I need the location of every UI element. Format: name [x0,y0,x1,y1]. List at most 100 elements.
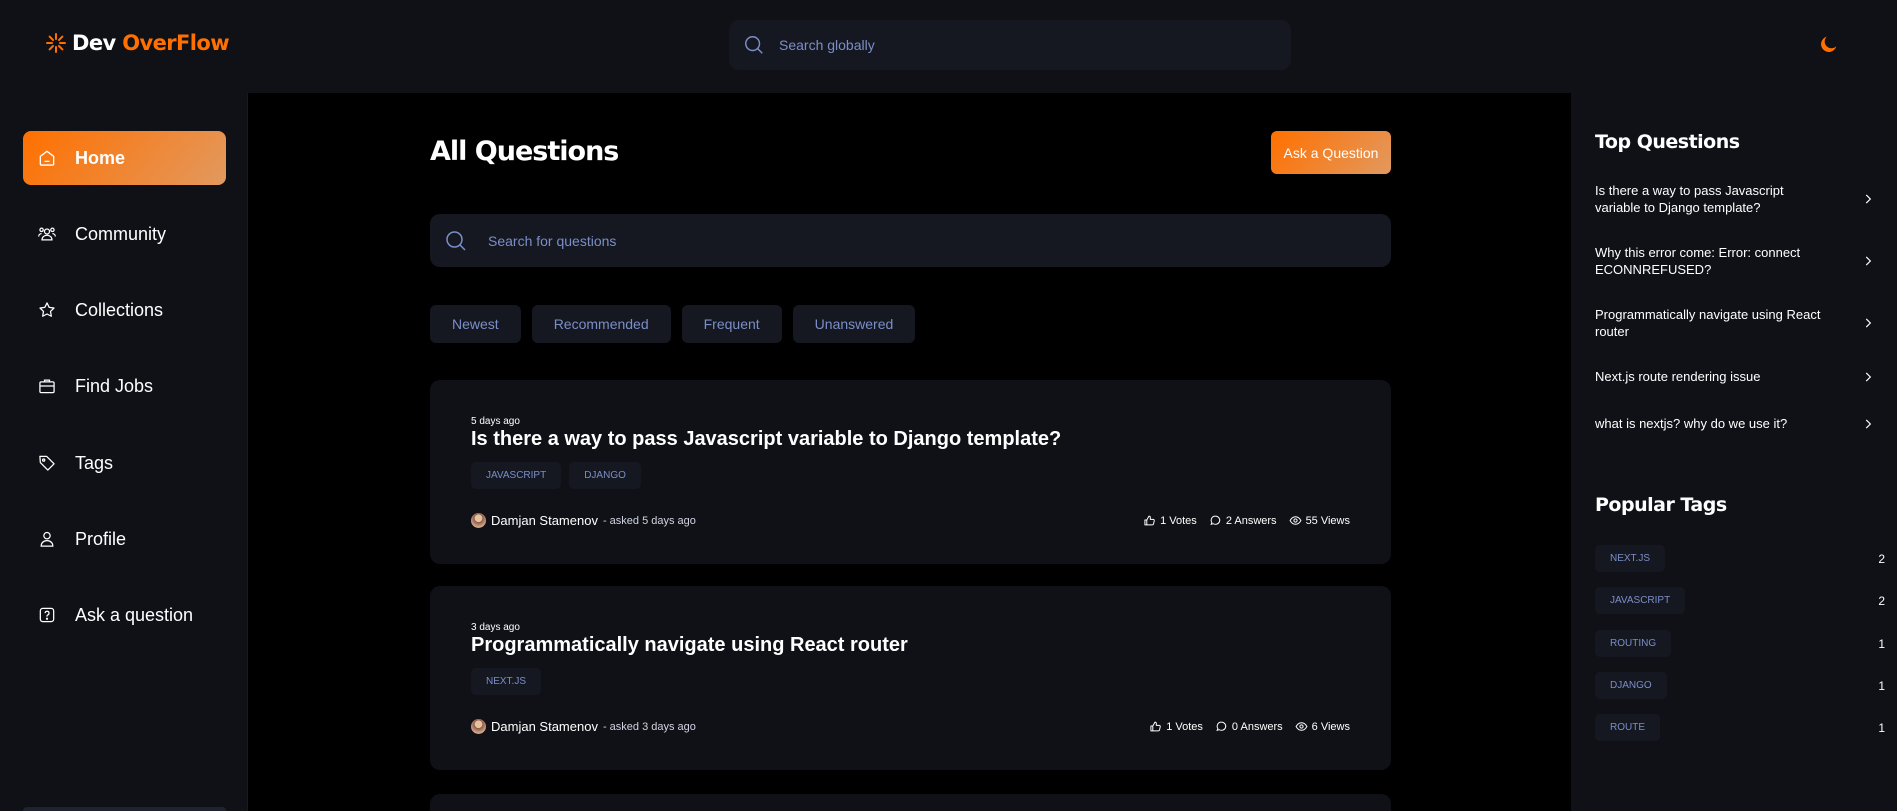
asked-time: - asked 5 days ago [602,514,696,527]
moon-icon[interactable] [1818,33,1840,55]
sidebar-item-label: Community [75,223,167,244]
search-icon [446,230,466,251]
filter-tabs: Newest Recommended Frequent Unanswered [430,305,916,343]
tag-badge[interactable]: DJANGO [1595,672,1667,699]
answers-metric: 2 Answers [1209,514,1277,527]
chevron-right-icon [1865,419,1872,428]
main-content: All Questions Ask a Question Newest Reco… [249,93,1571,811]
question-title[interactable]: Programmatically navigate using React ro… [471,634,908,657]
logo[interactable]: Dev OverFlow [44,31,230,55]
sidebar-item-label: Profile [75,528,127,549]
views-metric: 6 Views [1295,720,1350,733]
eye-icon [1289,516,1302,525]
top-question-item[interactable]: Is there a way to pass Javascript variab… [1595,182,1875,216]
page-title: All Questions [430,136,619,167]
chevron-right-icon [1865,256,1872,266]
tag-count: 2 [1878,551,1885,566]
question-metrics: 1 Votes 2 Answers 55 Views [1143,514,1350,527]
popular-tag-item[interactable]: ROUTE 1 [1595,714,1885,741]
sidebar-item-community[interactable]: Community [23,207,226,261]
sidebar-item-tags[interactable]: Tags [23,436,226,490]
sidebar-item-ask-question[interactable]: Ask a question [23,588,226,642]
sidebar-item-home[interactable]: Home [23,131,226,185]
chevron-right-icon [1865,318,1872,328]
tag-badge[interactable]: JAVASCRIPT [1595,587,1686,614]
filter-unanswered[interactable]: Unanswered [792,305,916,343]
question-title[interactable]: Is there a way to pass Javascript variab… [471,428,1061,451]
top-navbar: Dev OverFlow [0,0,1897,93]
right-sidebar: Top Questions Is there a way to pass Jav… [1571,93,1897,811]
author-name: Damjan Stamenov [491,513,598,528]
tag-badge[interactable]: ROUTING [1595,630,1672,657]
eye-icon [1295,722,1308,731]
sidebar-item-profile[interactable]: Profile [23,512,226,566]
chevron-right-icon [1865,372,1872,381]
users-icon [38,227,56,241]
chevron-right-icon [1865,194,1872,204]
asked-time: - asked 3 days ago [602,720,696,733]
question-card[interactable]: 5 days ago Is there a way to pass Javasc… [430,380,1391,564]
tag-count: 1 [1878,720,1885,735]
votes-metric: 1 Votes [1149,720,1203,733]
home-icon [39,150,55,166]
left-sidebar: Home Community Collections Find Jobs Tag… [0,93,248,811]
sidebar-item-label: Ask a question [75,604,194,625]
question-author[interactable]: Damjan Stamenov - asked 3 days ago [471,719,696,734]
author-name: Damjan Stamenov [491,719,598,734]
thumbs-up-icon [1150,721,1161,732]
answers-metric: 0 Answers [1215,720,1283,733]
global-search[interactable] [729,20,1291,70]
star-icon [39,302,55,317]
avatar [471,513,486,528]
popular-tag-item[interactable]: JAVASCRIPT 2 [1595,587,1885,614]
comment-icon [1210,515,1221,526]
question-tags: JAVASCRIPT DJANGO [471,462,641,489]
avatar [471,719,486,734]
popular-tag-item[interactable]: NEXT.JS 2 [1595,545,1885,572]
ask-question-button[interactable]: Ask a Question [1271,131,1391,174]
popular-tags-heading: Popular Tags [1595,494,1727,516]
question-card-partial[interactable] [430,794,1391,811]
search-icon [745,36,763,54]
filter-newest[interactable]: Newest [430,305,521,343]
question-author[interactable]: Damjan Stamenov - asked 5 days ago [471,513,696,528]
global-search-input[interactable] [779,37,1259,53]
logo-burst-icon [46,33,66,53]
sidebar-bottom-edge [23,807,226,811]
suitcase-icon [39,379,55,394]
sidebar-item-label: Collections [75,299,164,320]
top-question-item[interactable]: Why this error come: Error: connect ECON… [1595,244,1875,278]
sidebar-item-label: Home [75,147,126,168]
question-timestamp: 3 days ago [471,622,520,633]
votes-metric: 1 Votes [1143,514,1197,527]
comment-icon [1216,721,1227,732]
tag-icon [39,455,55,471]
question-card[interactable]: 3 days ago Programmatically navigate usi… [430,586,1391,770]
tag-badge[interactable]: NEXT.JS [471,668,542,695]
filter-recommended[interactable]: Recommended [531,305,671,343]
popular-tag-item[interactable]: DJANGO 1 [1595,672,1885,699]
sidebar-item-label: Find Jobs [75,375,154,396]
tag-badge[interactable]: DJANGO [569,462,641,489]
filter-frequent[interactable]: Frequent [681,305,782,343]
question-search-input[interactable] [488,232,1288,249]
top-question-item[interactable]: Next.js route rendering issue [1595,368,1875,385]
question-timestamp: 5 days ago [471,416,520,427]
question-icon [39,607,55,623]
top-questions-heading: Top Questions [1595,131,1740,153]
question-tags: NEXT.JS [471,668,542,695]
tag-badge[interactable]: ROUTE [1595,714,1660,741]
views-metric: 55 Views [1289,514,1350,527]
thumbs-up-icon [1144,515,1155,526]
sidebar-item-find-jobs[interactable]: Find Jobs [23,359,226,413]
popular-tag-item[interactable]: ROUTING 1 [1595,630,1885,657]
question-search[interactable] [430,214,1391,267]
tag-badge[interactable]: NEXT.JS [1595,545,1666,572]
tag-badge[interactable]: JAVASCRIPT [471,462,562,489]
tag-count: 1 [1878,636,1885,651]
top-question-item[interactable]: Programmatically navigate using React ro… [1595,306,1875,340]
top-question-item[interactable]: what is nextjs? why do we use it? [1595,415,1875,432]
sidebar-item-collections[interactable]: Collections [23,283,226,337]
sidebar-item-label: Tags [75,452,114,473]
tag-count: 1 [1878,678,1885,693]
